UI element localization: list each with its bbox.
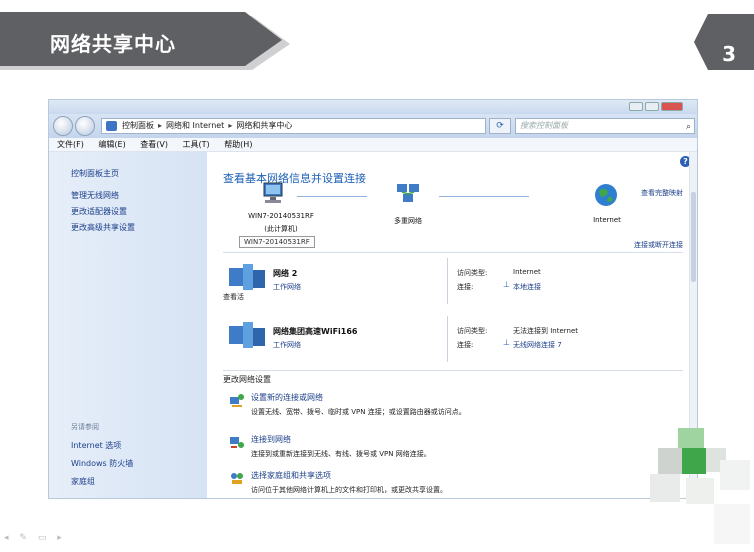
network-1-access-value: Internet xyxy=(513,268,541,276)
sidebar-item-manage-wireless[interactable]: 管理无线网络 xyxy=(71,190,119,201)
refresh-button[interactable]: ⟳ xyxy=(489,118,511,134)
network-2-connection-link[interactable]: 无线网络连接 7 xyxy=(513,340,562,350)
network-1-type-link[interactable]: 工作网络 xyxy=(273,282,301,292)
network-2-type-link[interactable]: 工作网络 xyxy=(273,340,301,350)
page-number-badge: 3 xyxy=(694,14,754,70)
pen-icon[interactable]: ✎ xyxy=(19,533,27,543)
menu-help[interactable]: 帮助(H) xyxy=(224,140,252,149)
task-setup-connection-desc: 设置无线、宽带、拨号、临时或 VPN 连接；或设置路由器或访问点。 xyxy=(251,408,466,416)
page-heading: 查看基本网络信息并设置连接 xyxy=(223,172,366,185)
forward-button[interactable] xyxy=(75,116,95,136)
sidebar-item-control-panel-home[interactable]: 控制面板主页 xyxy=(71,168,119,179)
network-2-name: 网络集团高速WiFi166 xyxy=(273,327,358,336)
computer-icon xyxy=(263,182,283,203)
see-also-homegroup[interactable]: 家庭组 xyxy=(71,476,95,487)
prev-slide-icon[interactable]: ◂ xyxy=(4,533,9,543)
page-number: 3 xyxy=(722,42,736,66)
address-toolbar: 控制面板 ▸ 网络和 Internet ▸ 网络和共享中心 ⟳ 搜索控制面板 ⌕ xyxy=(49,114,697,138)
close-button[interactable] xyxy=(661,102,683,111)
slide: 网络共享中心 3 控制面板 ▸ 网络和 Internet ▸ 网络和共享中心 ⟳ 搜索控… xyxy=(0,0,754,552)
computer-node-label: WIN7-20140531RF xyxy=(248,212,314,220)
active-networks-title: 查看活 xyxy=(223,293,244,301)
internet-globe-icon xyxy=(595,184,617,206)
task-connect-network-desc: 连接到或重新连接到无线、有线、拨号或 VPN 网络连接。 xyxy=(251,450,431,458)
menu-view[interactable]: 查看(V) xyxy=(140,140,168,149)
see-also-internet-options[interactable]: Internet 选项 xyxy=(71,440,121,451)
divider-bottom xyxy=(223,370,683,371)
map-link-1 xyxy=(297,196,367,197)
connect-disconnect-link[interactable]: 连接或断开连接 xyxy=(634,240,683,250)
network-1-connection-link[interactable]: 本地连接 xyxy=(513,282,541,292)
network-2-divider xyxy=(447,316,448,362)
menu-tools[interactable]: 工具(T) xyxy=(183,140,210,149)
ethernet-icon: ⊥ xyxy=(503,280,510,289)
maximize-button[interactable] xyxy=(645,102,659,111)
map-link-2 xyxy=(439,196,529,197)
menu-file[interactable]: 文件(F) xyxy=(57,140,84,149)
decorative-mosaic xyxy=(590,400,754,552)
minimize-button[interactable] xyxy=(629,102,643,111)
address-bar[interactable]: 控制面板 ▸ 网络和 Internet ▸ 网络和共享中心 xyxy=(101,118,486,134)
menu-icon[interactable]: ▭ xyxy=(38,533,47,543)
next-slide-icon[interactable]: ▸ xyxy=(57,533,62,543)
see-also-title: 另请参阅 xyxy=(71,423,99,431)
sidebar: 控制面板主页 管理无线网络 更改适配器设置 更改高级共享设置 另请参阅 Inte… xyxy=(49,152,207,498)
sidebar-item-advanced-sharing[interactable]: 更改高级共享设置 xyxy=(71,222,135,233)
menu-edit[interactable]: 编辑(E) xyxy=(98,140,125,149)
network-2-access-label: 访问类型: xyxy=(457,327,488,335)
title-banner: 网络共享中心 xyxy=(0,12,295,72)
homegroup-sharing-icon xyxy=(231,473,243,484)
search-input[interactable]: 搜索控制面板 ⌕ xyxy=(515,118,695,134)
divider-top xyxy=(223,252,683,253)
back-button[interactable] xyxy=(53,116,73,136)
address-root[interactable]: 控制面板 xyxy=(122,121,154,130)
address-level2[interactable]: 网络和 Internet xyxy=(166,121,224,130)
computer-name-tooltip: WIN7-20140531RF xyxy=(239,236,315,248)
sidebar-item-adapter-settings[interactable]: 更改适配器设置 xyxy=(71,206,127,217)
network-1-connection-label: 连接: xyxy=(457,283,474,291)
network-1-divider xyxy=(447,258,448,304)
search-icon[interactable]: ⌕ xyxy=(686,120,691,134)
network-1-access-label: 访问类型: xyxy=(457,269,488,277)
refresh-icon: ⟳ xyxy=(496,121,504,131)
multiple-networks-label: 多重网络 xyxy=(394,217,422,225)
menu-bar: 文件(F) 编辑(E) 查看(V) 工具(T) 帮助(H) xyxy=(49,138,697,152)
computer-node-sublabel: (此计算机) xyxy=(264,225,298,233)
task-connect-network-link[interactable]: 连接到网络 xyxy=(251,434,291,445)
network-2-access-value: 无法连接到 Internet xyxy=(513,327,579,335)
connect-network-icon xyxy=(230,437,244,448)
change-settings-title: 更改网络设置 xyxy=(223,375,271,384)
see-also-windows-firewall[interactable]: Windows 防火墙 xyxy=(71,458,133,469)
network-2-icon xyxy=(229,322,265,348)
search-placeholder: 搜索控制面板 xyxy=(520,121,568,130)
task-setup-connection-link[interactable]: 设置新的连接或网络 xyxy=(251,392,323,403)
task-homegroup-link[interactable]: 选择家庭组和共享选项 xyxy=(251,470,331,481)
network-1-name: 网络 2 xyxy=(273,269,298,278)
control-panel-icon xyxy=(106,121,117,131)
scrollbar-thumb[interactable] xyxy=(691,192,696,282)
setup-connection-icon xyxy=(230,394,244,407)
multiple-networks-icon xyxy=(397,184,419,202)
view-full-map-link[interactable]: 查看完整映射 xyxy=(641,188,683,198)
address-level3[interactable]: 网络和共享中心 xyxy=(236,121,292,130)
internet-node-label: Internet xyxy=(593,216,621,224)
slide-viewer-toolbar: ◂ ✎ ▭ ▸ xyxy=(4,533,70,547)
task-homegroup-desc: 访问位于其他网络计算机上的文件和打印机，或更改共享设置。 xyxy=(251,486,447,494)
wifi-signal-icon: ⊥ xyxy=(503,338,510,347)
network-2-connection-label: 连接: xyxy=(457,341,474,349)
network-1-icon xyxy=(229,264,265,290)
slide-title: 网络共享中心 xyxy=(50,32,176,56)
window-titlebar xyxy=(49,100,697,114)
